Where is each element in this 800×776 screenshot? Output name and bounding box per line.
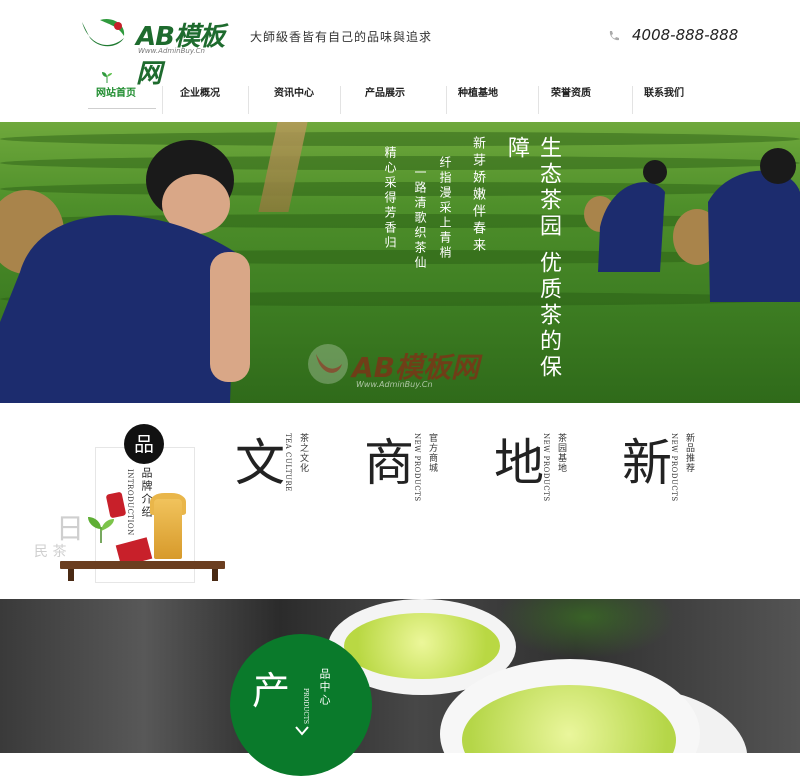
products-section — [0, 599, 800, 753]
banner-line-3: 一路清歌织茶仙 — [413, 166, 427, 271]
nav-active-underline — [88, 108, 156, 109]
banner-title: 生态茶园 优质茶的保障 — [504, 136, 561, 381]
tea-leaves-background — [496, 599, 676, 659]
nav-item-contact[interactable]: 联系我们 — [618, 72, 710, 116]
nav-item-honors[interactable]: 荣誉资质 — [525, 72, 617, 116]
picker-mid-head — [643, 160, 667, 184]
culture-char-di[interactable]: 地 — [494, 423, 544, 495]
woman-arm — [210, 252, 250, 382]
culture-label-cn: 茶之文化 — [298, 433, 308, 473]
products-title: 品中心 — [318, 668, 331, 707]
picker-right — [708, 170, 800, 302]
culture-label-cn: 新品推荐 — [684, 433, 694, 473]
phone-number: 4008-888-888 — [632, 26, 739, 44]
nav-item-company[interactable]: 企业概况 — [154, 72, 246, 116]
logo-leaf-icon — [82, 18, 125, 47]
phone-icon — [609, 31, 619, 41]
site-slogan: 大師級香皆有自己的品味與追求 — [250, 30, 433, 44]
culture-label-en: TEA CULTURE — [284, 433, 292, 492]
culture-char-wen[interactable]: 文 — [235, 423, 285, 495]
nav-item-home[interactable]: 网站首页 — [70, 72, 162, 116]
watermark: AB模板网 Www.AdminBuy.Cn — [306, 338, 506, 398]
wooden-table — [60, 561, 225, 569]
golden-seal — [154, 499, 182, 559]
nav-item-plantation[interactable]: 种植基地 — [432, 72, 524, 116]
culture-label-cn: 茶园基地 — [556, 433, 566, 473]
faded-calligraphy-small: 民 茶 — [34, 544, 67, 560]
products-title-en: PRODUCTS — [302, 688, 309, 725]
culture-section: 日 民 茶 品 品牌介绍 INTRODUCTION 文 茶之文化 TEA CUL… — [0, 403, 800, 599]
watermark-leaf-icon — [308, 344, 348, 384]
chevron-down-icon[interactable] — [295, 726, 309, 736]
logo-subtext: Www.AdminBuy.Cn — [138, 47, 205, 55]
banner-line-4: 精心采得芳香归 — [383, 146, 397, 251]
watermark-subtext: Www.AdminBuy.Cn — [356, 380, 433, 389]
brand-badge: 品 — [124, 424, 164, 464]
culture-char-xin[interactable]: 新 — [622, 423, 672, 495]
brand-intro-en: INTRODUCTION — [126, 469, 134, 536]
culture-char-shang[interactable]: 商 — [364, 423, 414, 495]
products-char: 产 — [252, 669, 291, 713]
table-leg — [212, 569, 218, 581]
culture-label-en: NEW PRODUCTS — [413, 433, 421, 502]
tea-liquid — [344, 613, 500, 679]
picker-right-head — [760, 148, 796, 184]
culture-label-en: NEW PRODUCTS — [542, 433, 550, 502]
main-nav: 网站首页 企业概况 资讯中心 产品展示 种植基地 荣誉资质 联系我们 — [70, 72, 730, 116]
nav-item-products[interactable]: 产品展示 — [339, 72, 431, 116]
banner-line-2: 纤指漫采上青梢 — [438, 156, 452, 261]
banner-line-1: 新芽娇嫩伴春来 — [470, 136, 485, 255]
picker-mid — [598, 182, 665, 272]
culture-label-en: NEW PRODUCTS — [670, 433, 678, 502]
table-leg — [68, 569, 74, 581]
hero-banner[interactable]: 生态茶园 优质茶的保障 新芽娇嫩伴春来 纤指漫采上青梢 一路清歌织茶仙 精心采得… — [0, 122, 800, 403]
nav-item-news[interactable]: 资讯中心 — [248, 72, 340, 116]
culture-label-cn: 官方商城 — [427, 433, 437, 473]
site-logo[interactable]: AB模板网 Www.AdminBuy.Cn — [78, 14, 243, 89]
site-header: AB模板网 Www.AdminBuy.Cn 大師級香皆有自己的品味與追求 400… — [0, 0, 800, 122]
